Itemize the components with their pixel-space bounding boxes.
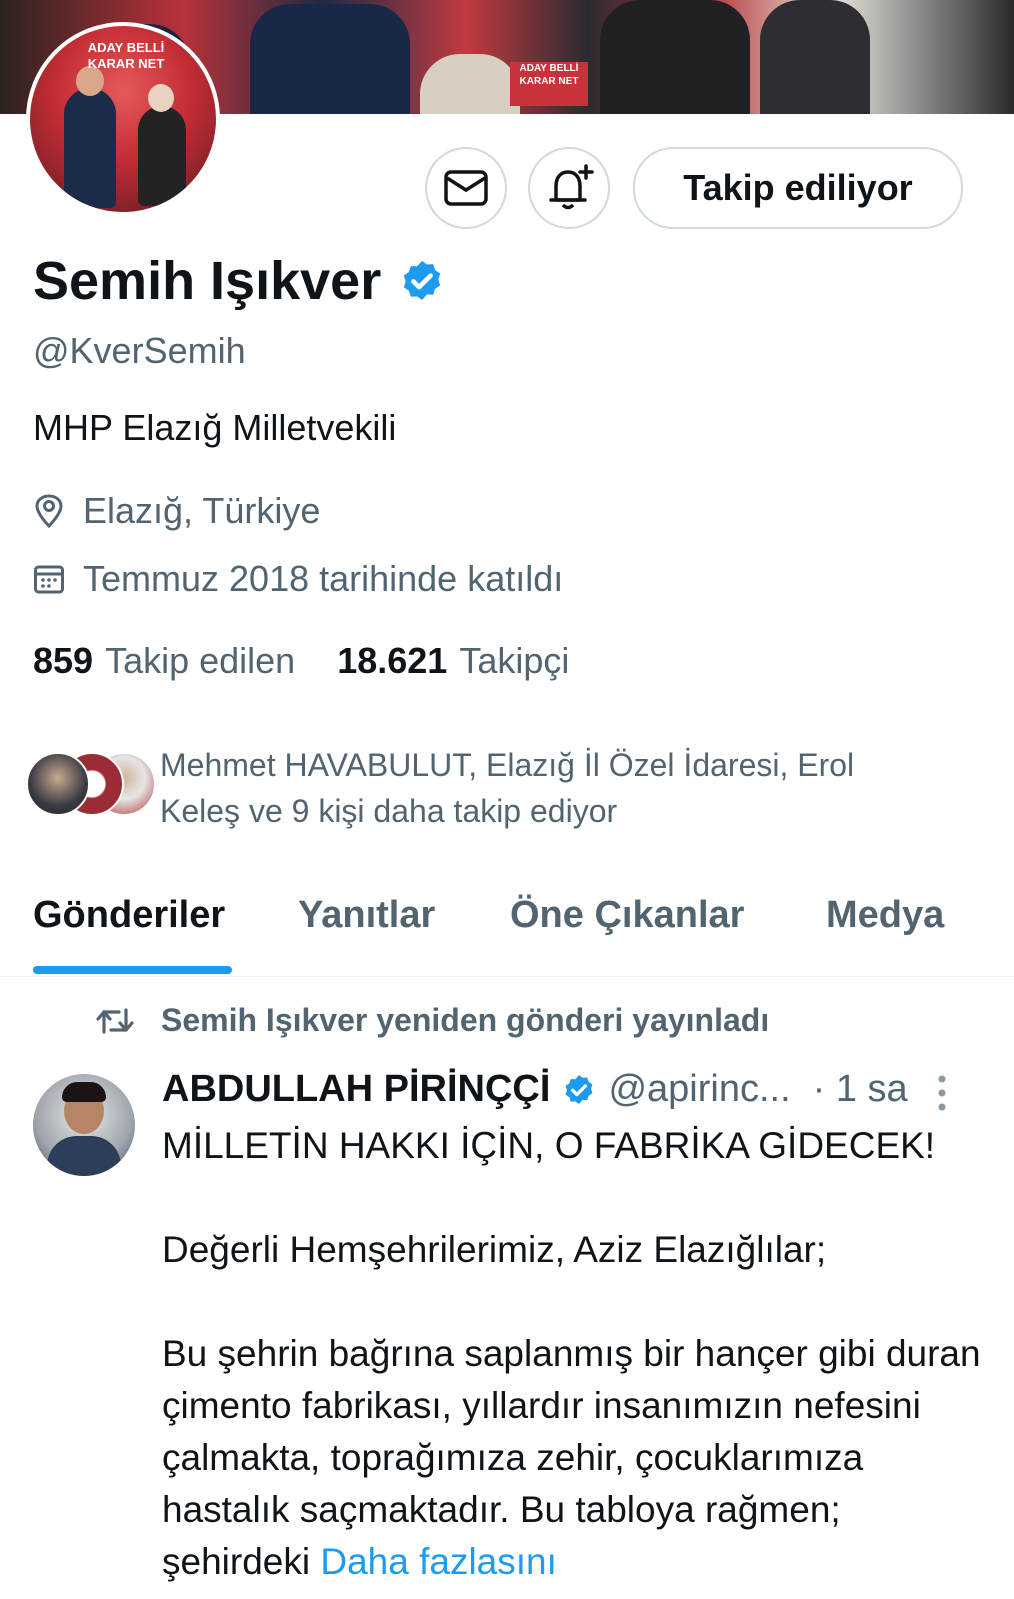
show-more-link[interactable]: Daha fazlasını: [320, 1541, 557, 1582]
post-title: MİLLETİN HAKKI İÇİN, O FABRİKA GİDECEK!: [162, 1125, 936, 1166]
location-text: Elazığ, Türkiye: [83, 490, 321, 531]
verified-badge-icon: [404, 260, 441, 300]
post-body-paragraph: Bu şehrin bağrına saplanmış bir hançer g…: [162, 1328, 982, 1588]
follower-avatar: [26, 752, 90, 816]
post-body: Bu şehrin bağrına saplanmış bir hançer g…: [162, 1333, 981, 1582]
profile-location: Elazığ, Türkiye: [33, 490, 320, 532]
calendar-icon: [34, 565, 64, 594]
post-author-avatar[interactable]: [33, 1074, 135, 1176]
profile-handle: @KverSemih: [33, 330, 246, 371]
bell-plus-icon: [549, 164, 594, 210]
joined-text: Temmuz 2018 tarihinde katıldı: [83, 558, 564, 599]
profile-bio: MHP Elazığ Milletvekili: [33, 407, 397, 448]
post-header: ABDULLAH PİRİNÇÇİ @apirinc... · 1 sa: [162, 1068, 908, 1111]
profile-joined: Temmuz 2018 tarihinde katıldı: [33, 558, 563, 600]
following-count: 859: [33, 640, 94, 681]
profile-stats: 859 Takip edilen 18.621 Takipçi: [33, 640, 569, 682]
more-vertical-icon[interactable]: [935, 1074, 949, 1112]
tab-replies[interactable]: Yanıtlar: [298, 894, 435, 937]
avatar-sign: ADAY BELLİ KARAR NET: [87, 40, 165, 71]
notify-button[interactable]: [528, 147, 610, 229]
message-button[interactable]: [425, 147, 507, 229]
tab-posts[interactable]: Gönderiler: [33, 894, 225, 937]
repost-context[interactable]: Semih Işıkver yeniden gönderi yayınladı: [95, 1002, 769, 1039]
profile-tabs: Gönderiler Yanıtlar Öne Çıkanlar Medya: [0, 870, 1014, 977]
tab-highlights[interactable]: Öne Çıkanlar: [510, 894, 744, 937]
post-author-name[interactable]: ABDULLAH PİRİNÇÇİ: [162, 1068, 550, 1111]
tab-media[interactable]: Medya: [826, 894, 944, 937]
post-text[interactable]: MİLLETİN HAKKI İÇİN, O FABRİKA GİDECEK! …: [162, 1120, 982, 1588]
following-label: Takip edilen: [105, 640, 296, 681]
profile-name-row: Semih Işıkver: [33, 250, 445, 312]
following-link[interactable]: 859 Takip edilen: [33, 640, 295, 682]
profile-avatar[interactable]: ADAY BELLİ KARAR NET: [26, 22, 220, 216]
repost-label: Semih Işıkver yeniden gönderi yayınladı: [161, 1002, 770, 1038]
verified-badge-icon: [565, 1074, 593, 1104]
post-greeting: Değerli Hemşehrilerimiz, Aziz Elazığlıla…: [162, 1229, 827, 1270]
followed-by-text[interactable]: Mehmet HAVABULUT, Elazığ İl Özel İdaresi…: [160, 742, 940, 834]
followers-label: Takipçi: [459, 640, 570, 681]
followers-count: 18.621: [337, 640, 448, 681]
post-time[interactable]: · 1 sa: [813, 1068, 908, 1111]
followed-by-avatars[interactable]: [26, 752, 156, 816]
location-pin-icon: [35, 494, 63, 528]
post-author-handle[interactable]: @apirinc...: [608, 1068, 790, 1111]
followers-link[interactable]: 18.621 Takipçi: [337, 640, 569, 682]
following-button[interactable]: Takip ediliyor: [633, 147, 963, 229]
banner-sign: ADAY BELLİ KARAR NET: [510, 62, 588, 106]
repost-icon: [96, 1007, 134, 1034]
active-tab-indicator: [33, 966, 232, 974]
mail-icon: [444, 170, 488, 206]
profile-name: Semih Işıkver: [33, 251, 382, 311]
